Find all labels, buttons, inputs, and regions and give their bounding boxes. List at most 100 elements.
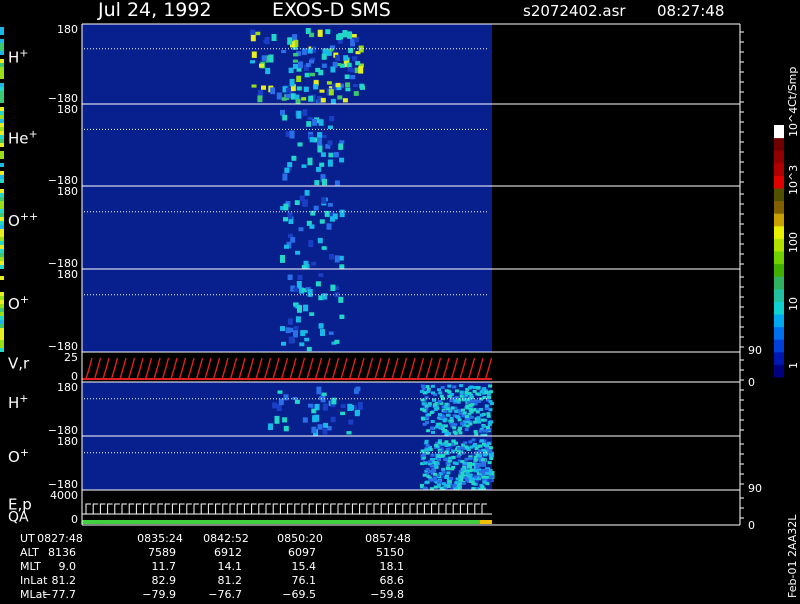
spectrogram-cell xyxy=(316,166,322,172)
spectrogram-cell xyxy=(306,121,312,127)
spectrogram-cell xyxy=(452,484,457,488)
spectrogram-cell xyxy=(0,257,4,261)
spectrogram-cell xyxy=(287,318,293,325)
spectrogram-cell xyxy=(454,462,459,466)
spectrogram-cell xyxy=(0,107,4,111)
spectrogram-cell xyxy=(0,131,4,135)
spectrogram-cell xyxy=(293,53,299,57)
spectrogram-cell xyxy=(484,390,489,394)
spectrogram-cell xyxy=(353,91,359,96)
spectrogram-cell xyxy=(284,244,289,249)
spectrogram-cell xyxy=(0,179,4,183)
spectrogram-cell xyxy=(351,34,357,38)
spectrogram-cell xyxy=(0,31,4,35)
spectrogram-cell xyxy=(0,27,4,31)
spectrogram-cell xyxy=(265,67,271,75)
spectrogram-cell xyxy=(317,29,323,37)
spectrogram-cell xyxy=(0,328,4,332)
spectrogram-cell xyxy=(261,55,267,62)
spectrogram-cell xyxy=(453,423,458,427)
spectrogram-cell xyxy=(0,300,4,304)
spectrogram-cell xyxy=(438,413,442,417)
spectrogram-cell xyxy=(468,408,473,412)
panel-background xyxy=(82,269,492,352)
footer-cell: −77.7 xyxy=(42,588,76,600)
spectrogram-cell xyxy=(329,116,335,122)
spectrogram-cell xyxy=(297,142,303,147)
spectrogram-cell xyxy=(321,63,327,68)
footer-row-label: MLT xyxy=(20,560,41,573)
spectrogram-cell xyxy=(468,457,473,461)
spectrogram-cell xyxy=(471,486,476,490)
spectrogram-cell xyxy=(0,261,4,265)
spectrogram-cell xyxy=(321,392,327,396)
spectrogram-cell xyxy=(426,403,431,407)
spectrogram-cell xyxy=(305,63,311,67)
spectrogram-cell xyxy=(339,264,345,269)
spectrogram-cell xyxy=(339,140,345,144)
spectrogram-cell xyxy=(322,178,327,186)
header-file: s2072402.asr xyxy=(523,2,626,20)
spectrogram-cell xyxy=(313,84,319,90)
spectrogram-cell xyxy=(328,152,334,158)
spectrogram-cell xyxy=(477,444,482,448)
spectrogram-cell xyxy=(334,255,340,263)
spectrogram-cell xyxy=(339,209,345,218)
spectrogram-cell xyxy=(443,429,448,432)
colorbar-swatch xyxy=(774,351,784,365)
spectrogram-cell xyxy=(459,476,464,479)
spectrogram-cell xyxy=(0,67,4,71)
spectrogram-cell xyxy=(422,422,427,426)
spectrogram-cell xyxy=(297,305,302,313)
spectrogram-cell xyxy=(0,296,4,300)
spectrogram-cell xyxy=(458,427,462,431)
spectrogram-cell xyxy=(477,399,482,403)
colorbar-tick-label: 1 xyxy=(787,362,800,369)
spectrogram-cell xyxy=(348,419,354,425)
spectrogram-cell xyxy=(0,51,4,55)
spectrogram-cell xyxy=(0,63,4,67)
spectrogram-cell xyxy=(330,416,336,423)
footer-row-label: InLat xyxy=(20,574,48,587)
spectrogram-cell xyxy=(0,225,4,229)
spectrogram-cell xyxy=(0,348,4,352)
spectrogram-cell xyxy=(310,72,315,77)
footer-cell: 9.0 xyxy=(59,560,77,573)
spectrogram-cell xyxy=(0,83,4,87)
spectrogram-cell xyxy=(350,75,356,79)
spectrogram-cell xyxy=(0,123,4,127)
spectrogram-cell xyxy=(486,426,490,429)
spectrogram-cell xyxy=(255,31,261,36)
spectrogram-cell xyxy=(420,390,425,393)
spectrogram-cell xyxy=(320,97,326,103)
spectrogram-cell xyxy=(0,75,4,79)
spectrogram-cell xyxy=(298,61,303,69)
spectrogram-cell xyxy=(0,39,4,43)
right-tick-bottom: 0 xyxy=(748,376,755,389)
spectrogram-cell xyxy=(311,408,317,414)
colorbar-swatch xyxy=(774,125,784,139)
spectrogram-cell xyxy=(0,71,4,75)
spectrogram-cell xyxy=(335,54,341,61)
spectrogram-cell xyxy=(457,486,462,490)
spectrogram-cell xyxy=(287,212,293,220)
spectrogram-cell xyxy=(463,441,468,445)
spectrogram-cell xyxy=(481,475,486,479)
spectrogram-cell xyxy=(319,89,325,93)
spectrogram-cell xyxy=(486,412,491,416)
spectrogram-cell xyxy=(437,458,441,461)
spectrogram-cell xyxy=(261,85,266,90)
spectrogram-cell xyxy=(433,407,438,411)
colorbar-swatch xyxy=(774,175,784,189)
spectrogram-cell xyxy=(455,477,460,481)
spectrogram-cell xyxy=(438,391,443,395)
spectrogram-cell xyxy=(476,418,481,422)
spectrogram-cell xyxy=(469,468,474,472)
spectrogram-cell xyxy=(304,72,310,78)
y-tick-top: 180 xyxy=(57,185,78,198)
spectrogram-cell xyxy=(282,173,288,181)
spectrogram-cell xyxy=(479,390,484,394)
spectrogram-cell xyxy=(440,386,445,389)
y-tick-top: 25 xyxy=(64,351,78,364)
spectrogram-cell xyxy=(446,467,451,471)
